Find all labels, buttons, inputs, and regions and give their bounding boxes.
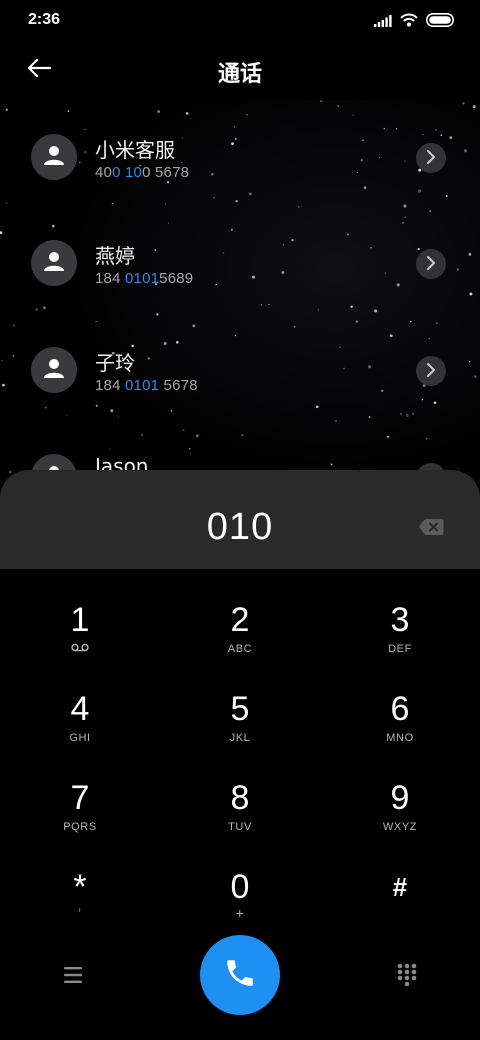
- entered-number: 010: [206, 506, 274, 548]
- star-dot: [410, 320, 412, 323]
- key-digit: 6: [390, 690, 410, 728]
- key-digit: 4: [70, 690, 90, 728]
- star-dot: [355, 320, 358, 323]
- star-dot: [337, 105, 340, 107]
- key-digit: 1: [70, 601, 90, 639]
- person-icon: [43, 250, 65, 276]
- dial-display: 010: [0, 470, 480, 569]
- contact-item[interactable]: 燕婷 184 01015689: [0, 222, 480, 312]
- key-letters: ,: [78, 901, 82, 913]
- key-letters: +: [235, 905, 245, 921]
- key-5[interactable]: 5 JKL: [180, 689, 300, 769]
- dialer-panel: 010 1 2 ABC 3 DEF 4 GHI 5 JKL 6 MNO 7 PQ…: [0, 470, 480, 1040]
- key-letters: JKL: [229, 732, 251, 744]
- key-letters: MNO: [386, 732, 414, 744]
- signal-icon: [374, 12, 392, 31]
- key-8[interactable]: 8 TUV: [180, 778, 300, 858]
- star-dot: [298, 206, 300, 208]
- key-6[interactable]: 6 MNO: [340, 689, 460, 769]
- key-7[interactable]: 7 PQRS: [20, 778, 140, 858]
- star-dot: [13, 324, 15, 327]
- contact-detail-button[interactable]: [416, 249, 446, 279]
- person-icon: [43, 144, 65, 170]
- key-digit: 8: [230, 779, 250, 817]
- battery-icon: [426, 12, 454, 31]
- contact-detail-button[interactable]: [416, 143, 446, 173]
- contact-number: 184 01015689: [95, 270, 194, 287]
- backspace-icon: [418, 519, 444, 540]
- chevron-right-icon: [426, 362, 436, 381]
- star-dot: [320, 100, 323, 103]
- star-dot: [95, 321, 97, 323]
- star-dot: [67, 110, 70, 112]
- key-4[interactable]: 4 GHI: [20, 689, 140, 769]
- key-digit: #: [392, 872, 408, 902]
- contact-name: 燕婷: [95, 244, 135, 268]
- dialpad-icon: [396, 963, 418, 991]
- key-digit: 0: [230, 868, 250, 906]
- voicemail-icon: [20, 643, 140, 655]
- star-dot: [156, 313, 159, 316]
- phone-icon: [223, 956, 257, 994]
- avatar: [31, 240, 77, 286]
- key-2[interactable]: 2 ABC: [180, 600, 300, 680]
- status-bar: 2:36: [0, 0, 480, 40]
- wifi-icon: [400, 12, 418, 31]
- key-letters: DEF: [388, 643, 412, 655]
- key-digit: 3: [390, 601, 410, 639]
- chevron-right-icon: [426, 255, 436, 274]
- star-dot: [185, 112, 189, 115]
- avatar: [31, 347, 77, 393]
- key-letters: GHI: [69, 732, 91, 744]
- key-1[interactable]: 1: [20, 600, 140, 680]
- star-dot: [404, 216, 407, 219]
- header: 通话: [0, 44, 480, 96]
- star-dot: [192, 324, 196, 328]
- contact-number: 184 0101 5678: [95, 377, 198, 394]
- page-title: 通话: [217, 62, 262, 87]
- chevron-right-icon: [426, 149, 436, 168]
- key-digit: 2: [230, 601, 250, 639]
- star-dot: [182, 429, 185, 432]
- key-letters: ABC: [227, 643, 253, 655]
- key-9[interactable]: 9 WXYZ: [340, 778, 460, 858]
- contact-name: 子玲: [95, 351, 135, 375]
- star-dot: [462, 102, 465, 105]
- status-time: 2:36: [28, 11, 61, 28]
- star-dot: [334, 420, 337, 423]
- dialer-bottom-bar: [0, 935, 480, 1015]
- call-button[interactable]: [200, 935, 280, 1015]
- key-letters: PQRS: [63, 821, 97, 833]
- contact-item[interactable]: 小米客服 400 100 5678: [0, 116, 480, 206]
- person-icon: [43, 357, 65, 383]
- contact-item[interactable]: 子玲 184 0101 5678: [0, 329, 480, 419]
- key-3[interactable]: 3 DEF: [340, 600, 460, 680]
- star-dot: [293, 325, 296, 328]
- star-dot: [429, 210, 431, 212]
- contact-number: 400 100 5678: [95, 164, 190, 181]
- contact-detail-button[interactable]: [416, 356, 446, 386]
- keypad-toggle-button[interactable]: [396, 963, 418, 987]
- key-letters: TUV: [228, 821, 252, 833]
- star-dot: [157, 110, 161, 113]
- key-digit: 7: [70, 779, 90, 817]
- menu-button[interactable]: [58, 963, 88, 987]
- backspace-button[interactable]: [418, 518, 444, 536]
- status-icons: [374, 12, 454, 31]
- contact-name: 小米客服: [95, 138, 175, 162]
- key-letters: WXYZ: [382, 821, 418, 833]
- menu-icon: [58, 967, 88, 991]
- star-dot: [5, 108, 8, 111]
- key-digit: 9: [390, 779, 410, 817]
- star-dot: [435, 322, 438, 325]
- star-dot: [472, 105, 476, 109]
- avatar: [31, 134, 77, 180]
- key-digit: 5: [230, 690, 250, 728]
